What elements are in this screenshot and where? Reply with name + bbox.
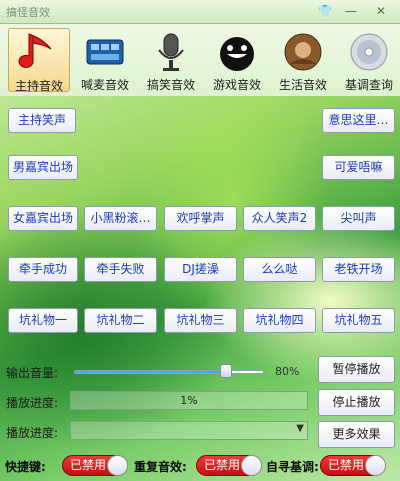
sound-button[interactable]: 主持笑声 [8, 108, 76, 133]
chevron-down-icon[interactable]: ▼ [296, 423, 304, 434]
tool-label: 游戏音效 [212, 78, 261, 92]
sound-button[interactable]: 女嘉宾出场 [8, 206, 78, 231]
tool-label: 生活音效 [278, 78, 327, 92]
key-query-toggle-text: 已禁用 [328, 458, 365, 472]
sound-button[interactable]: 牵手失败 [84, 257, 157, 282]
sound-button[interactable]: 坑礼物二 [84, 308, 157, 333]
hotkey-toggle[interactable]: 已禁用 [62, 455, 128, 476]
progress-label-secondary: 播放进度: [6, 426, 59, 440]
toggle-knob [107, 455, 128, 476]
sound-button[interactable]: 意思这里… [322, 108, 395, 133]
tool-funny-sounds[interactable]: 搞笑音效 [140, 28, 202, 92]
sound-button[interactable]: 尖叫声 [322, 206, 395, 231]
tool-game-sounds[interactable]: 游戏音效 [206, 28, 268, 92]
sound-button[interactable]: 众人笑声2 [243, 206, 316, 231]
sound-button[interactable]: 欢呼掌声 [164, 206, 237, 231]
minimize-icon[interactable]: — [342, 3, 360, 19]
warrior-icon [284, 33, 322, 71]
volume-label: 输出音量: [6, 366, 59, 380]
more-effects-button[interactable]: 更多效果 [318, 421, 395, 448]
toggle-knob [241, 455, 262, 476]
progress-text: 1% [180, 394, 198, 407]
music-note-icon [18, 33, 52, 68]
pause-button[interactable]: 暂停播放 [318, 356, 395, 383]
toggle-knob [365, 455, 386, 476]
sound-button[interactable]: 老铁开场 [322, 257, 395, 282]
repeat-label: 重复音效: [134, 460, 187, 474]
film-reel-icon [86, 39, 124, 65]
key-query-label: 自寻基调: [266, 460, 319, 474]
tool-host-sounds[interactable]: 主持音效 [8, 28, 70, 93]
cd-disc-icon [350, 33, 388, 71]
sound-button[interactable]: 可爱唔嘛 [322, 155, 395, 180]
sound-button[interactable]: 小黑粉滚… [84, 206, 157, 231]
tool-key-query[interactable]: 基调查询 [338, 28, 400, 92]
sound-button[interactable]: DJ搓澡 [164, 257, 237, 282]
playback-select[interactable]: ▼ [70, 421, 308, 440]
skin-shirt-icon[interactable]: 👕 [316, 3, 334, 19]
sound-button[interactable]: 男嘉宾出场 [8, 155, 78, 180]
hotkey-label: 快捷键: [5, 460, 46, 474]
volume-slider-handle[interactable] [220, 364, 232, 378]
microphone-icon [158, 33, 184, 71]
playback-progress-bar: 1% [70, 391, 308, 410]
bomb-icon [220, 37, 254, 71]
tool-life-sounds[interactable]: 生活音效 [272, 28, 334, 92]
sound-button[interactable]: 坑礼物四 [243, 308, 316, 333]
repeat-toggle-text: 已禁用 [204, 458, 241, 472]
tool-label: 喊麦音效 [80, 78, 129, 92]
key-query-toggle[interactable]: 已禁用 [320, 455, 386, 476]
repeat-toggle[interactable]: 已禁用 [196, 455, 262, 476]
window-title: 搞怪音效 [6, 6, 50, 19]
sound-button[interactable]: 坑礼物一 [8, 308, 78, 333]
title-bar: 搞怪音效 👕 — ✕ [0, 0, 400, 24]
volume-slider-track[interactable] [74, 370, 264, 374]
sound-button[interactable]: 坑礼物三 [164, 308, 237, 333]
category-toolbar: 主持音效 喊麦音效 搞笑音效 游戏音效 生活音效 基调查询 [0, 24, 400, 96]
volume-percent: 80% [275, 365, 300, 378]
hotkey-toggle-text: 已禁用 [70, 458, 107, 472]
close-icon[interactable]: ✕ [372, 3, 390, 19]
tool-shout-sounds[interactable]: 喊麦音效 [74, 28, 136, 92]
tool-label: 基调查询 [344, 78, 393, 92]
tool-label: 主持音效 [14, 79, 63, 93]
sound-button[interactable]: 坑礼物五 [322, 308, 395, 333]
stop-button[interactable]: 停止播放 [318, 389, 395, 416]
volume-slider-fill [75, 371, 226, 373]
progress-label: 播放进度: [6, 396, 59, 410]
tool-label: 搞笑音效 [146, 78, 195, 92]
sound-button[interactable]: 牵手成功 [8, 257, 78, 282]
sound-button[interactable]: 么么哒 [243, 257, 316, 282]
